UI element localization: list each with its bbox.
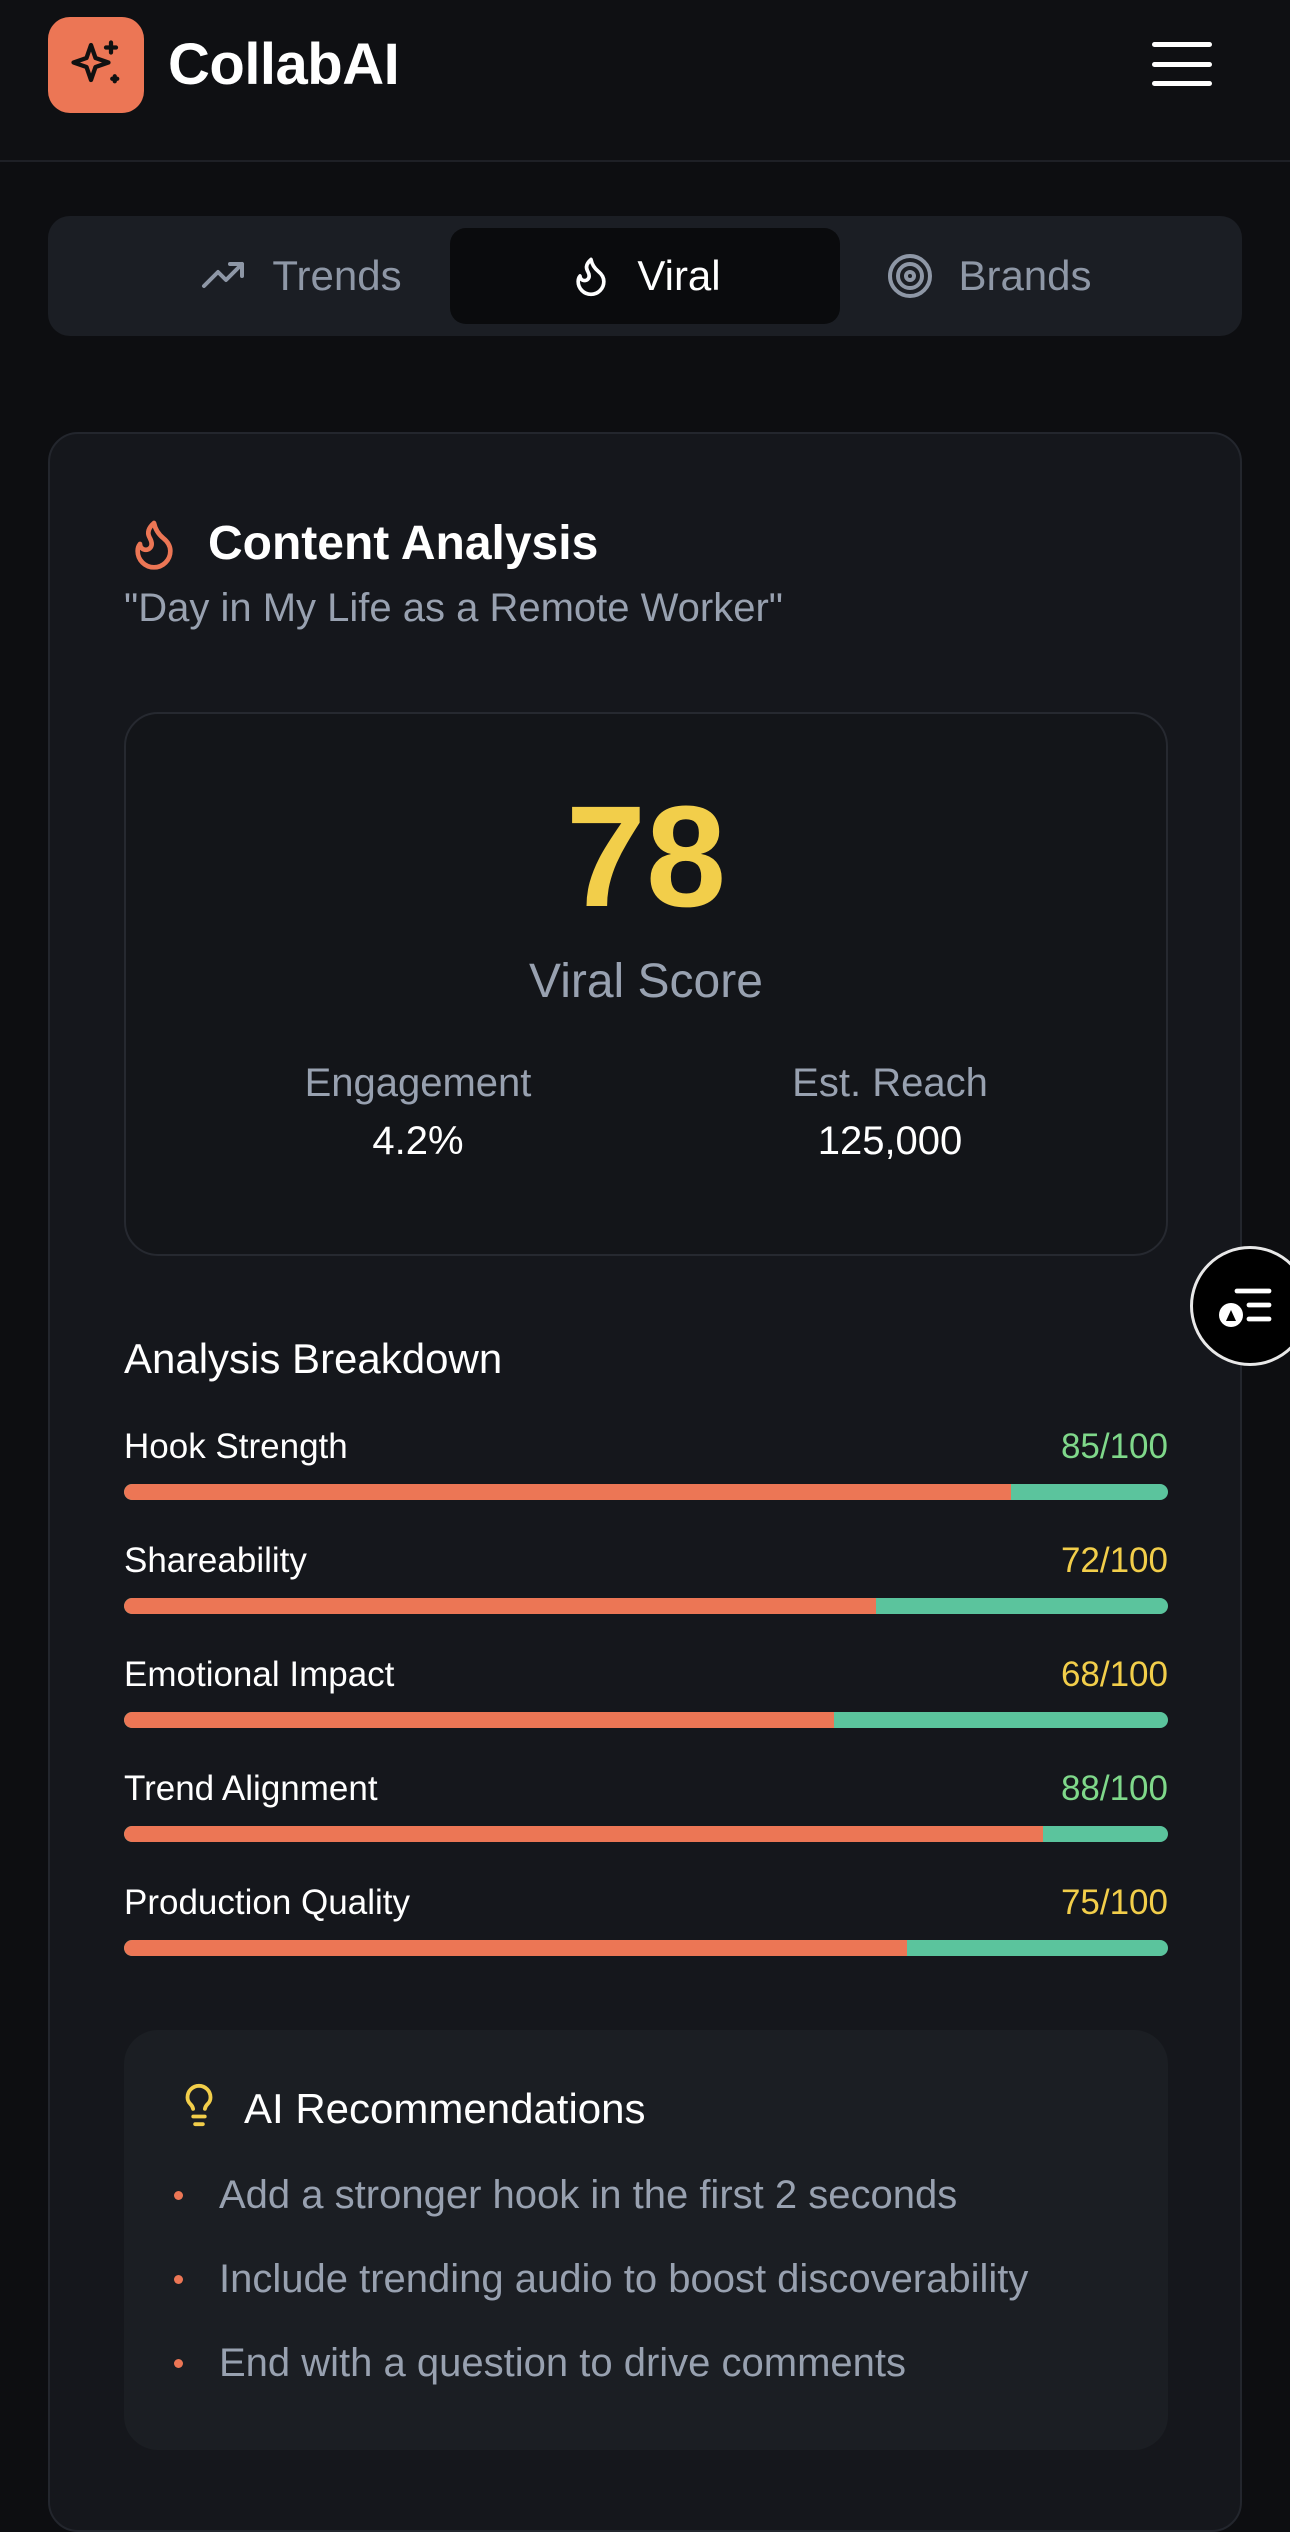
metric-row: Emotional Impact 68/100 [124, 1654, 1168, 1734]
reach-stat: Est. Reach 125,000 [710, 1058, 1070, 1166]
viral-score-panel: 78 Viral Score Engagement 4.2% Est. Reac… [124, 712, 1168, 1256]
tab-brands-label: Brands [958, 252, 1092, 299]
top-bar: CollabAI [0, 0, 1290, 162]
recommendation-item: Include trending audio to boost discover… [174, 2254, 1028, 2304]
ai-recommendations-title: AI Recommendations [244, 2085, 646, 2132]
metric-progress-fill [124, 1940, 907, 1956]
analysis-breakdown-title: Analysis Breakdown [124, 1335, 503, 1382]
recommendation-text: Add a stronger hook in the first 2 secon… [219, 2173, 958, 2217]
tab-trends-label: Trends [272, 252, 402, 299]
metric-progress-fill [124, 1484, 1012, 1500]
metric-progress-fill [124, 1826, 1043, 1842]
sparkle-icon [71, 40, 120, 84]
content-title-quote: "Day in My Life as a Remote Worker" [124, 586, 783, 630]
metric-score: 85/100 [1060, 1427, 1168, 1466]
viral-score-label: Viral Score [529, 955, 763, 1008]
content-analysis-card: Content Analysis "Day in My Life as a Re… [48, 432, 1242, 2532]
metric-row: Shareability 72/100 [124, 1540, 1168, 1620]
reach-value: 125,000 [817, 1119, 963, 1163]
metric-row: Production Quality 75/100 [124, 1882, 1168, 1962]
engagement-stat: Engagement 4.2% [238, 1058, 598, 1166]
metric-progress-bar [124, 1484, 1168, 1500]
metric-score: 68/100 [1060, 1655, 1168, 1694]
tab-viral-label: Viral [637, 252, 721, 299]
trending-up-icon [202, 262, 245, 288]
bullet-dot [174, 2274, 183, 2284]
tab-trends[interactable]: Trends [106, 228, 496, 324]
metric-progress-bar [124, 1940, 1168, 1956]
metric-progress-fill [124, 1712, 834, 1728]
metric-progress-bar [124, 1712, 1168, 1728]
recommendation-item: End with a question to drive comments [174, 2338, 906, 2388]
metric-row: Hook Strength 85/100 [124, 1426, 1168, 1506]
viral-score-value: 78 [565, 776, 727, 937]
bullet-dot [174, 2190, 183, 2200]
ai-recommendations-panel: AI Recommendations Add a stronger hook i… [124, 2030, 1168, 2450]
recommendation-item: Add a stronger hook in the first 2 secon… [174, 2170, 957, 2220]
engagement-value: 4.2% [372, 1119, 464, 1163]
engagement-label: Engagement [304, 1061, 532, 1105]
target-icon [888, 254, 933, 298]
reach-label: Est. Reach [792, 1061, 988, 1105]
app-title: CollabAI [168, 32, 400, 97]
tab-brands[interactable]: Brands [794, 228, 1184, 324]
metric-row: Trend Alignment 88/100 [124, 1768, 1168, 1848]
metric-name: Emotional Impact [124, 1655, 395, 1694]
metric-progress-fill [124, 1598, 876, 1614]
metric-progress-bar [124, 1826, 1168, 1842]
metric-name: Shareability [124, 1541, 307, 1580]
bullet-dot [174, 2358, 183, 2368]
metric-score: 72/100 [1060, 1541, 1168, 1580]
accessibility-menu-icon [1219, 1288, 1272, 1327]
recommendation-text: End with a question to drive comments [219, 2341, 907, 2385]
metric-name: Trend Alignment [124, 1769, 378, 1808]
tab-viral[interactable]: Viral [450, 228, 840, 324]
metric-progress-bar [124, 1598, 1168, 1614]
app-logo[interactable] [48, 17, 144, 113]
metric-score: 75/100 [1060, 1883, 1168, 1922]
metric-name: Hook Strength [124, 1427, 348, 1466]
flame-icon [576, 257, 607, 297]
flame-icon [135, 520, 173, 570]
tab-bar: Trends Viral Brands [48, 216, 1242, 336]
metric-name: Production Quality [124, 1883, 410, 1922]
metric-score: 88/100 [1060, 1769, 1168, 1808]
recommendation-text: Include trending audio to boost discover… [219, 2257, 1029, 2301]
lightbulb-icon [185, 2084, 213, 2127]
content-analysis-title: Content Analysis [208, 517, 599, 570]
hamburger-menu-icon[interactable] [1148, 32, 1216, 96]
